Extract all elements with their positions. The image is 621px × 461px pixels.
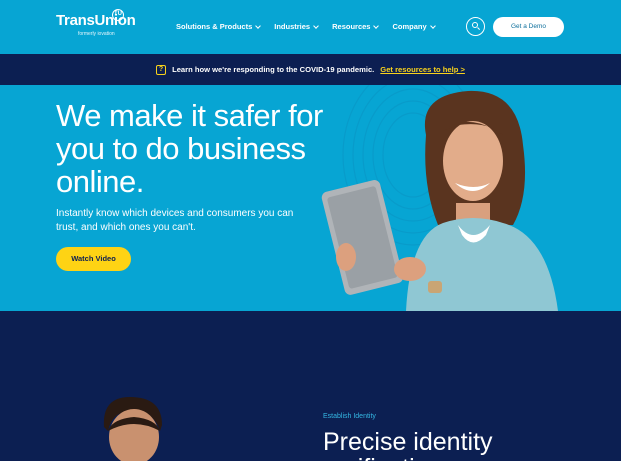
nav-label: Company [392,22,427,31]
chevron-down-icon [373,22,380,29]
alert-icon: ? [156,64,167,75]
banner-link[interactable]: Get resources to help > [380,65,465,74]
watch-video-button[interactable]: Watch Video [56,247,131,271]
chevron-down-icon [255,22,262,29]
nav-resources[interactable]: Resources [332,22,380,31]
hero-section: We make it safer for you to do business … [0,85,621,311]
nav-label: Industries [274,22,311,31]
nav-label: Resources [332,22,371,31]
section-eyebrow: Establish Identity [323,413,376,420]
site-header: TransUnion TU formerly iovation Solution… [0,0,621,54]
covid-banner: ? Learn how we're responding to the COVI… [0,54,621,85]
search-button[interactable] [466,17,485,36]
man-portrait-image [103,397,162,461]
nav-label: Solutions & Products [176,22,253,31]
logo-subtext: formerly iovation [78,31,115,37]
transunion-logo[interactable]: TransUnion TU formerly iovation [56,9,136,37]
nav-company[interactable]: Company [392,22,436,31]
main-nav: Solutions & Products Industries Resource… [176,22,436,31]
hero-subtitle: Instantly know which devices and consume… [56,208,294,233]
section-title-line2: verification [323,453,443,461]
banner-text: Learn how we're responding to the COVID-… [172,65,375,74]
logo-badge: TU [112,9,124,21]
search-icon-handle [476,27,481,31]
nav-industries[interactable]: Industries [274,22,319,31]
hero-woman-with-tablet-image [321,85,558,311]
chevron-down-icon [313,22,319,29]
hero-title: We make it safer for you to do business … [56,98,323,199]
chevron-down-icon [429,22,436,29]
get-demo-button[interactable]: Get a Demo [493,17,564,37]
identity-section: Establish Identity Precise identity veri… [0,311,621,461]
nav-solutions-products[interactable]: Solutions & Products [176,22,262,31]
